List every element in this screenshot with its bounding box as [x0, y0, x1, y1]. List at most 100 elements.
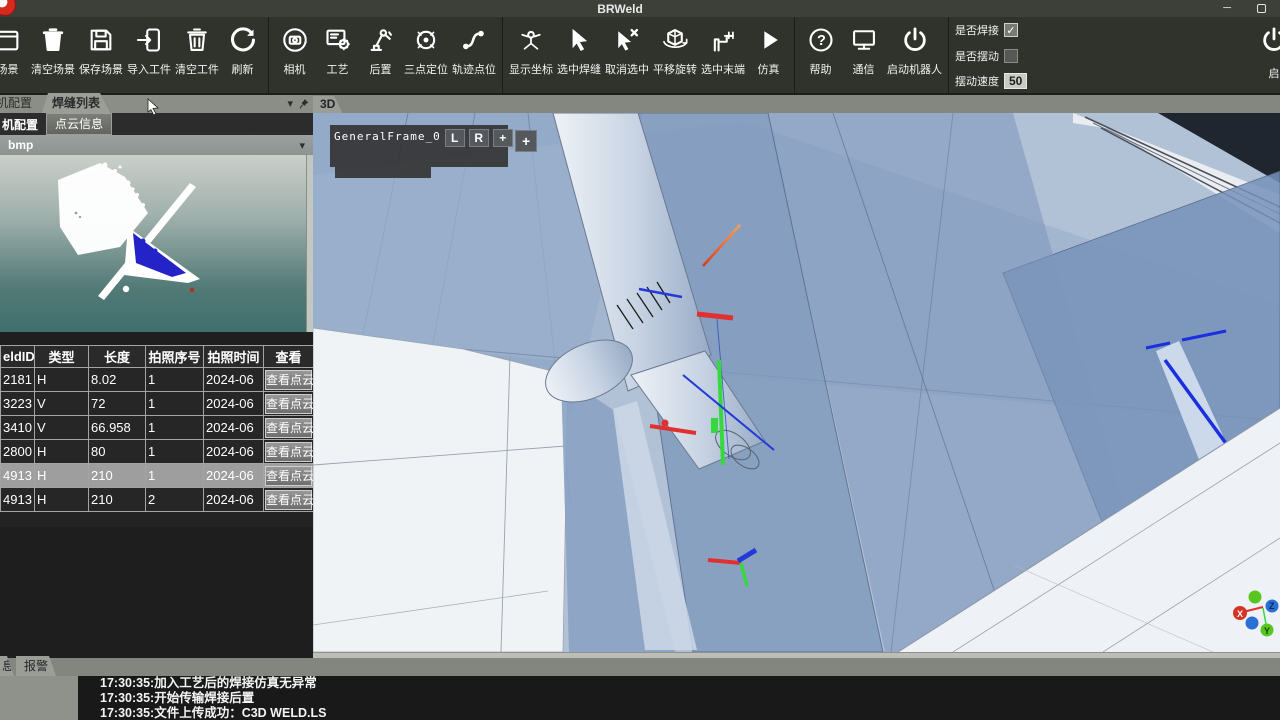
toolbar-button-import[interactable]: 导入工件 [125, 17, 173, 93]
column-header: 拍照时间 [204, 346, 264, 368]
toolbar-button-camera[interactable]: 相机 [273, 17, 316, 93]
swing-checkbox[interactable] [1004, 49, 1018, 63]
table-row[interactable]: 2181H8.0212024-06查看点云 [1, 368, 314, 392]
table-cell: 1 [146, 392, 204, 416]
table-cell: H [35, 368, 89, 392]
toolbar-button-save[interactable]: 保存场景 [77, 17, 125, 93]
subtab-camera-config[interactable]: 机配置 [0, 116, 38, 133]
left-tab-camera-config[interactable]: 机配置 [0, 93, 42, 113]
view-pointcloud-button[interactable]: 查看点云 [265, 394, 312, 414]
toolbar-button-play[interactable]: 仿真 [747, 17, 790, 93]
scene-canvas[interactable]: X Z Y GeneralFrame_0 LR+ + [313, 113, 1280, 652]
toolbar-button-target[interactable]: 三点定位 [402, 17, 450, 93]
toolbar-button-power[interactable]: 启动机器人 [885, 17, 944, 93]
frame-toolbar: GeneralFrame_0 LR+ [330, 125, 508, 167]
toolbar-button-end-effector[interactable]: 选中末端 [699, 17, 747, 93]
power-icon [901, 23, 929, 57]
weld-list-table: eldID类型长度拍照序号拍照时间查看2181H8.0212024-06查看点云… [0, 345, 313, 527]
tab-3d[interactable]: 3D [313, 96, 342, 113]
svg-text:?: ? [817, 33, 826, 49]
toolbar-button-cursor[interactable]: 选中焊缝 [555, 17, 603, 93]
table-cell: H [35, 488, 89, 512]
view-pointcloud-button[interactable]: 查看点云 [265, 490, 312, 510]
toolbar-button-scene[interactable]: 场景 [0, 17, 29, 93]
add-frame-button[interactable]: + [515, 130, 537, 152]
table-row[interactable]: 4913H21022024-06查看点云 [1, 488, 314, 512]
frame-button-r[interactable]: R [469, 129, 489, 147]
cursor-icon [565, 23, 593, 57]
table-row[interactable]: 3223V7212024-06查看点云 [1, 392, 314, 416]
titlebar: BRWeld ─ [0, 0, 1280, 17]
toolbar-button-help[interactable]: ? 帮助 [799, 17, 842, 93]
toolbar-button-robot-arm[interactable]: 后置 [359, 17, 402, 93]
view-pointcloud-button[interactable]: 查看点云 [265, 466, 312, 486]
frame-button-l[interactable]: L [445, 129, 465, 147]
table-cell: H [35, 440, 89, 464]
column-header: 拍照序号 [146, 346, 204, 368]
trash-outline-icon [183, 23, 211, 57]
table-cell: 80 [89, 440, 146, 464]
toolbar-button-refresh[interactable]: 刷新 [221, 17, 264, 93]
pointcloud-marker-red [190, 288, 194, 292]
table-cell: 2024-06 [204, 464, 264, 488]
table-cell: 1 [146, 368, 204, 392]
table-row[interactable]: 4913H21012024-06查看点云 [1, 464, 314, 488]
table-cell: V [35, 416, 89, 440]
left-tab-weld-list[interactable]: 焊缝列表 [42, 93, 110, 113]
log-area: 17:30:35:加入工艺后的焊接仿真无异常17:30:35:开始传输焊接后置1… [0, 676, 1280, 720]
table-cell: 210 [89, 488, 146, 512]
frame-button-add[interactable]: + [493, 129, 513, 147]
pin-icon[interactable] [299, 98, 309, 110]
maximize-button[interactable] [1257, 4, 1266, 13]
toolbar-button-coords[interactable]: 显示坐标 [507, 17, 555, 93]
toolbar-label: 取消选中 [605, 61, 649, 77]
table-cell: 1 [146, 440, 204, 464]
toolbar-button-trash-filled[interactable]: 清空场景 [29, 17, 77, 93]
toolbar-button-monitor[interactable]: 通信 [842, 17, 885, 93]
frame-name-label: GeneralFrame_0 [334, 128, 441, 146]
bottom-tabbar: 息报警 [0, 658, 1280, 676]
viewport-3d: 3D [313, 95, 1280, 658]
bottom-tab-alarm[interactable]: 报警 [16, 656, 56, 676]
bottom-panel: 息报警 17:30:35:加入工艺后的焊接仿真无异常17:30:35:开始传输焊… [0, 658, 1280, 720]
toolbar-button-cube-rotate[interactable]: 平移旋转 [651, 17, 699, 93]
column-header: 查看 [264, 346, 314, 368]
swing-speed-input[interactable]: 50 [1004, 73, 1027, 89]
cube-rotate-icon [661, 23, 689, 57]
weld-checkbox-label: 是否焊接 [955, 22, 999, 38]
robot-arm-icon [367, 23, 395, 57]
subtab-pointcloud-info[interactable]: 点云信息 [46, 113, 112, 135]
table-cell: V [35, 392, 89, 416]
toolbar-label: 通信 [853, 61, 875, 77]
toolbar-overflow-button[interactable]: 启 [1254, 17, 1280, 95]
minimize-button[interactable]: ─ [1223, 0, 1231, 17]
toolbar-button-cursor-x[interactable]: 取消选中 [603, 17, 651, 93]
refresh-icon [229, 23, 257, 57]
file-dropdown[interactable]: bmp ▾ [0, 135, 313, 155]
swing-speed-label: 摆动速度 [955, 73, 999, 89]
table-cell: 210 [89, 464, 146, 488]
panel-dropdown-icon[interactable]: ▾ [287, 97, 293, 110]
pointcloud-scrollbar[interactable] [306, 155, 313, 332]
table-row[interactable]: 2800H8012024-06查看点云 [1, 440, 314, 464]
toolbar-button-process[interactable]: 工艺 [316, 17, 359, 93]
table-cell: 2024-06 [204, 488, 264, 512]
view-pointcloud-button[interactable]: 查看点云 [265, 370, 312, 390]
table-cell: 1 [146, 416, 204, 440]
toolbar-label: 帮助 [810, 61, 832, 77]
table-cell: 3223 [1, 392, 35, 416]
bottom-tab-info[interactable]: 息 [0, 656, 14, 676]
weld-checkbox[interactable]: ✓ [1004, 23, 1018, 37]
swing-checkbox-label: 是否摆动 [955, 48, 999, 64]
table-row[interactable]: 3410V66.95812024-06查看点云 [1, 416, 314, 440]
save-icon [87, 23, 115, 57]
process-icon [324, 23, 352, 57]
toolbar-label: 选中末端 [701, 61, 745, 77]
toolbar-button-trajectory[interactable]: 轨迹点位 [450, 17, 498, 93]
table-cell: 2024-06 [204, 392, 264, 416]
view-pointcloud-button[interactable]: 查看点云 [265, 442, 312, 462]
toolbar-button-trash-outline[interactable]: 清空工件 [173, 17, 221, 93]
pointcloud-preview[interactable] [0, 155, 313, 332]
column-header: 长度 [89, 346, 146, 368]
view-pointcloud-button[interactable]: 查看点云 [265, 418, 312, 438]
